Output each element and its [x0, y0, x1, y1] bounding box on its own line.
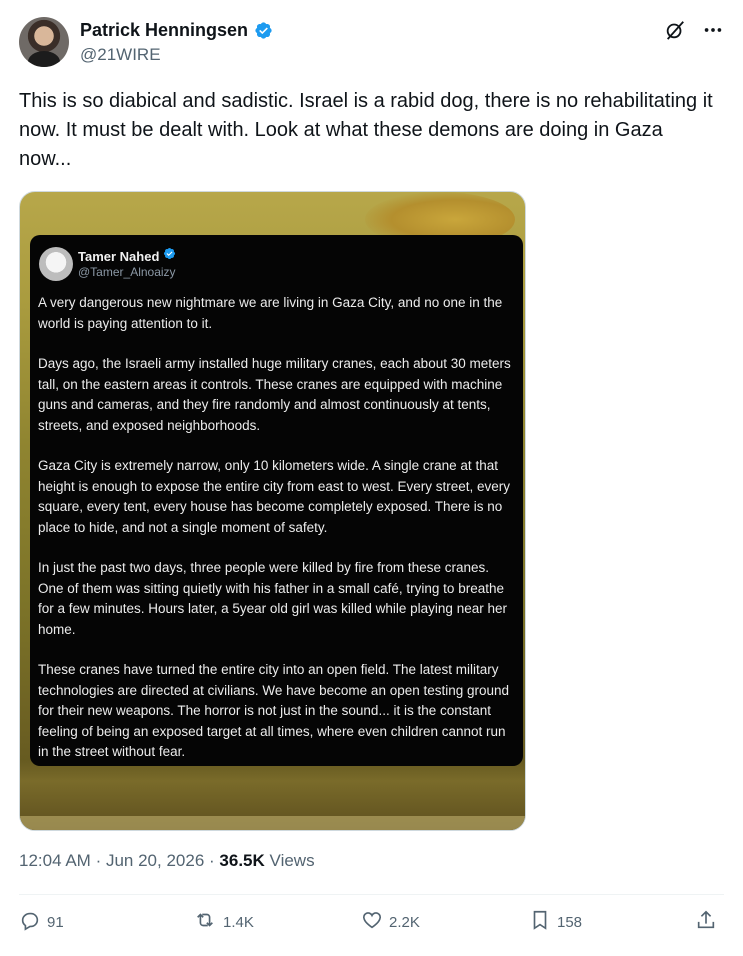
- background-strip: [20, 816, 525, 830]
- embedded-post-text: A very dangerous new nightmare we are li…: [38, 293, 518, 783]
- reply-count: 91: [47, 913, 64, 931]
- tweet-media-image[interactable]: Tamer Nahed @Tamer_Alnoaizy A very dange…: [19, 191, 526, 831]
- embedded-verified-badge-icon: [163, 247, 176, 265]
- repost-button[interactable]: 1.4K: [193, 909, 254, 935]
- author-display-name[interactable]: Patrick Henningsen: [80, 20, 248, 41]
- views-count: 36.5K: [219, 851, 265, 870]
- tweet-date[interactable]: Jun 20, 2026: [106, 851, 204, 870]
- embedded-paragraph: Days ago, the Israeli army installed hug…: [38, 356, 511, 433]
- embedded-name-row: Tamer Nahed: [78, 247, 176, 265]
- share-button[interactable]: [695, 909, 717, 935]
- tweet-time[interactable]: 12:04 AM: [19, 851, 91, 870]
- tweet-timestamp-row: 12:04 AM · Jun 20, 2026 · 36.5K Views: [19, 851, 315, 871]
- action-bar: 91 1.4K 2.2K 158: [19, 909, 724, 943]
- embedded-handle: @Tamer_Alnoaizy: [78, 265, 176, 279]
- more-icon[interactable]: [701, 18, 725, 42]
- embedded-paragraph: Gaza City is extremely narrow, only 10 k…: [38, 458, 510, 535]
- share-icon: [695, 909, 717, 935]
- meta-separator: ·: [209, 851, 215, 870]
- verified-badge-icon: [254, 21, 273, 40]
- like-icon: [361, 909, 383, 935]
- embedded-display-name: Tamer Nahed: [78, 248, 160, 264]
- bookmark-button[interactable]: 158: [529, 909, 582, 935]
- bookmark-count: 158: [557, 913, 583, 931]
- embedded-avatar: [39, 247, 73, 281]
- repost-icon: [193, 909, 217, 935]
- embedded-paragraph: These cranes have turned the entire city…: [38, 662, 510, 759]
- reply-icon: [19, 909, 41, 935]
- embedded-paragraph: A very dangerous new nightmare we are li…: [38, 295, 503, 331]
- views-label: Views: [269, 851, 315, 870]
- embedded-post-card: Tamer Nahed @Tamer_Alnoaizy A very dange…: [30, 235, 523, 766]
- tweet-text: This is so diabical and sadistic. Israel…: [19, 90, 713, 170]
- grok-icon[interactable]: [663, 18, 687, 42]
- like-button[interactable]: 2.2K: [361, 909, 420, 935]
- reply-button[interactable]: 91: [19, 909, 64, 935]
- repost-count: 1.4K: [223, 913, 254, 931]
- bookmark-icon: [529, 909, 551, 935]
- meta-separator: ·: [95, 851, 102, 870]
- author-avatar[interactable]: [19, 17, 69, 67]
- divider: [19, 894, 724, 895]
- embedded-paragraph: In just the past two days, three people …: [38, 560, 507, 637]
- author-name-row[interactable]: Patrick Henningsen: [80, 20, 273, 41]
- like-count: 2.2K: [389, 913, 420, 931]
- author-handle[interactable]: @21WIRE: [80, 45, 161, 65]
